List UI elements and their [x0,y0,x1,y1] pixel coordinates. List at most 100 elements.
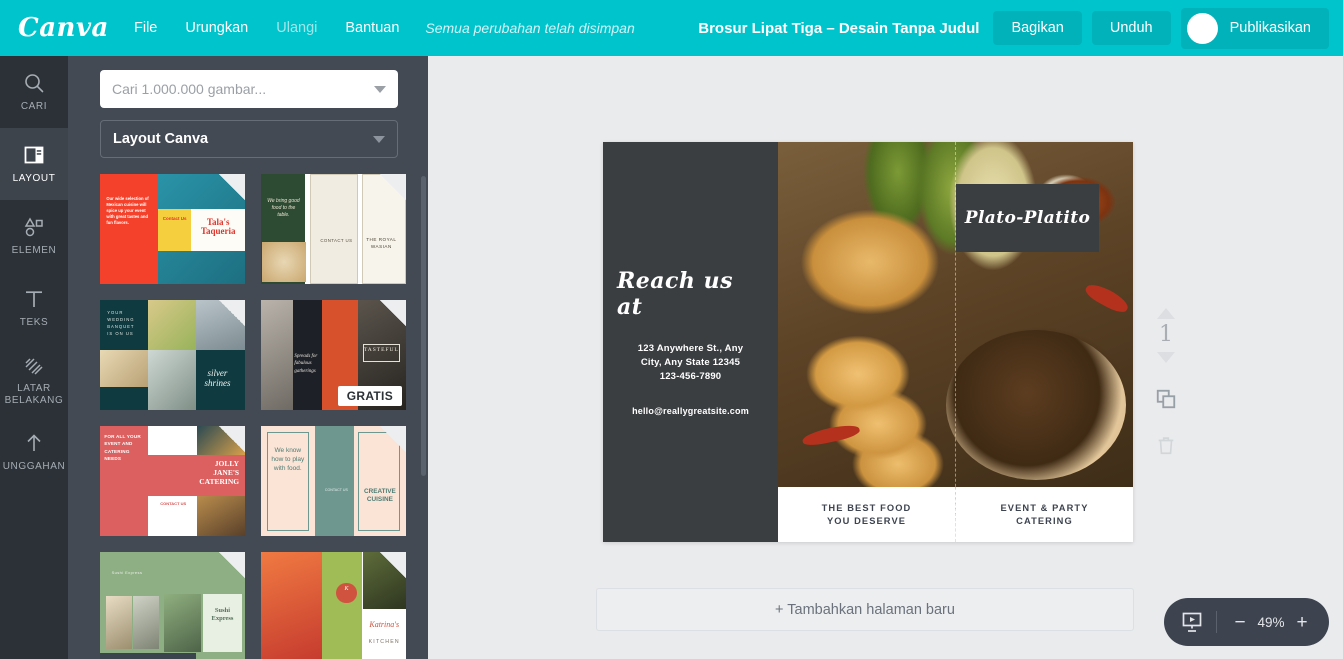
design-page[interactable]: Reach us at 123 Anywhere St., Any City, … [603,142,1133,542]
email-address: hello@reallygreatsite.com [632,406,749,416]
caption-right: EVENT & PARTY CATERING [955,487,1133,542]
address-block: 123 Anywhere St., Any City, Any State 12… [638,342,743,384]
sidebar-label-latar-belakang: LATAR BELAKANG [4,383,64,406]
upload-arrow-icon [27,434,41,451]
save-status-text: Semua perubahan telah disimpan [425,20,635,36]
template-title: THE ROYAL WASIAN [366,236,397,249]
publish-button[interactable]: Publikasikan [1180,7,1329,49]
free-badge: GRATIS [337,386,402,406]
page-curl-icon [219,174,245,200]
menu-item-help[interactable]: Bantuan [331,14,413,42]
brand-logo-text: Plato-Platito [964,208,1091,228]
chevron-down-icon [373,135,385,143]
presentation-icon[interactable] [1180,610,1204,634]
share-button[interactable]: Bagikan [993,11,1082,45]
pattern-icon [25,358,43,375]
search-icon [25,74,44,93]
chevron-down-icon [374,85,386,93]
search-field-wrap: Cari 1.000.000 gambar... [100,70,406,108]
avatar [1186,12,1218,44]
zoom-in-button[interactable]: + [1291,613,1313,632]
fajita-plate [946,330,1126,480]
template-title: JOLLY JANE'S CATERING [199,459,240,486]
canva-editor: Canva File Urungkan Ulangi Bantuan Semua… [0,0,1343,659]
toolbar-divider [1216,611,1217,633]
menu-item-undo[interactable]: Urungkan [171,14,262,42]
layout-icon [24,146,44,164]
caption-left-line-2: YOU DESERVE [826,515,907,526]
page-number: 1 [1159,322,1173,347]
template-item-the-royal-wasian[interactable]: We bring good food to the table. CONTACT… [261,174,406,284]
left-tool-rail: CARI LAYOUT ELEMEN TEKS LATAR BELAKANG U… [0,56,68,659]
template-title: silver shrines [204,368,231,389]
template-item-sushi-express[interactable]: Sushi Express Sushi Express [100,552,245,659]
document-title[interactable]: Brosur Lipat Tiga – Desain Tanpa Judul [698,20,979,37]
download-button[interactable]: Unduh [1091,11,1171,45]
caption-left-line-1: THE BEST FOOD [821,502,912,513]
brochure-panel-contact[interactable]: Reach us at 123 Anywhere St., Any City, … [603,142,778,542]
caption-right-line-2: CATERING [1016,515,1073,526]
duplicate-page-icon[interactable] [1155,388,1177,410]
page-curl-icon [219,300,245,326]
template-item-katrinas-kitchen[interactable]: K Katrina's KITCHEN [261,552,406,659]
add-page-button[interactable]: + Tambahkan halaman baru [596,588,1134,631]
sidebar-item-layout[interactable]: LAYOUT [0,128,68,200]
zoom-toolbar: − 49% + [1164,598,1329,646]
template-item-talas-taqueria[interactable]: Our wide selection of Mexican cuisine wi… [100,174,245,284]
template-subtitle: CONTACT US [160,500,187,506]
template-title: Katrina's [369,620,400,630]
template-item-creative-cuisine[interactable]: We know how to play with food. CREATIVE C… [261,426,406,536]
category-select[interactable]: Layout Canva [100,120,398,158]
template-caption: KITCHEN [368,638,400,645]
reach-us-heading: Reach us at [617,268,733,320]
sidebar-item-teks[interactable]: TEKS [0,272,68,344]
top-toolbar-right: Brosur Lipat Tiga – Desain Tanpa Judul B… [698,0,1343,56]
move-page-down-button[interactable] [1155,350,1177,364]
template-photo [262,242,306,282]
template-caption: Spreads for fabulous gatherings [294,353,318,374]
category-field-wrap: Layout Canva [100,120,406,158]
template-caption: FOR ALL YOUR EVENT AND CATERING NEEDS [104,433,141,462]
menu-item-redo[interactable]: Ulangi [262,14,331,42]
template-item-silver-shrines[interactable]: YOUR WEDDING BANQUET IS ON US silver shrines [100,300,245,410]
template-caption: Our wide selection of Mexican cuisine wi… [106,195,149,225]
delete-page-icon[interactable] [1155,434,1177,456]
template-title: TASTEFUL [363,347,399,354]
zoom-out-button[interactable]: − [1229,613,1251,632]
template-caption: We know how to play with food. [271,446,305,472]
shapes-icon [24,217,43,237]
menu-item-file[interactable]: File [120,14,171,42]
template-item-tasteful[interactable]: Spreads for fabulous gatherings TASTEFUL… [261,300,406,410]
panel-scrollbar[interactable] [421,176,426,476]
address-line-2: City, Any State 12345 [640,357,741,368]
template-title: Sushi Express [211,607,234,622]
page-curl-icon [219,426,245,452]
category-value: Layout Canva [113,131,209,147]
main-menu: File Urungkan Ulangi Bantuan [120,14,413,42]
text-icon [26,291,42,307]
phone-number: 123-456-7890 [659,371,722,382]
layout-panel: Cari 1.000.000 gambar... Layout Canva Ou… [68,56,428,659]
caption-right-line-1: EVENT & PARTY [1000,502,1089,513]
sidebar-item-cari[interactable]: CARI [0,56,68,128]
brand-logo-box[interactable]: Plato-Platito [956,184,1099,252]
address-line-1: 123 Anywhere St., Any [637,343,744,354]
move-page-up-button[interactable] [1155,306,1177,320]
sidebar-item-elemen[interactable]: ELEMEN [0,200,68,272]
template-caption: We bring good food to the table. [267,198,300,219]
sidebar-label-elemen: ELEMEN [11,245,57,256]
template-caption: YOUR WEDDING BANQUET IS ON US [107,309,135,336]
sidebar-item-latar-belakang[interactable]: LATAR BELAKANG [0,344,68,416]
template-subtitle: CONTACT US [324,487,348,492]
brochure-panel-photo: Plato-Platito THE BEST FOOD YOU DESERVE … [778,142,1133,542]
search-input[interactable]: Cari 1.000.000 gambar... [100,70,398,108]
template-item-jolly-janes-catering[interactable]: FOR ALL YOUR EVENT AND CATERING NEEDS JO… [100,426,245,536]
canva-logo[interactable]: Canva [18,15,110,41]
chevron-up-icon [1157,307,1175,319]
search-placeholder: Cari 1.000.000 gambar... [112,81,267,97]
sidebar-label-layout: LAYOUT [12,173,56,184]
page-controls: 1 [1143,306,1189,456]
top-toolbar: Canva File Urungkan Ulangi Bantuan Semua… [0,0,1343,56]
sidebar-item-unggahan[interactable]: UNGGAHAN [0,416,68,488]
zoom-level-value: 49% [1257,614,1285,630]
